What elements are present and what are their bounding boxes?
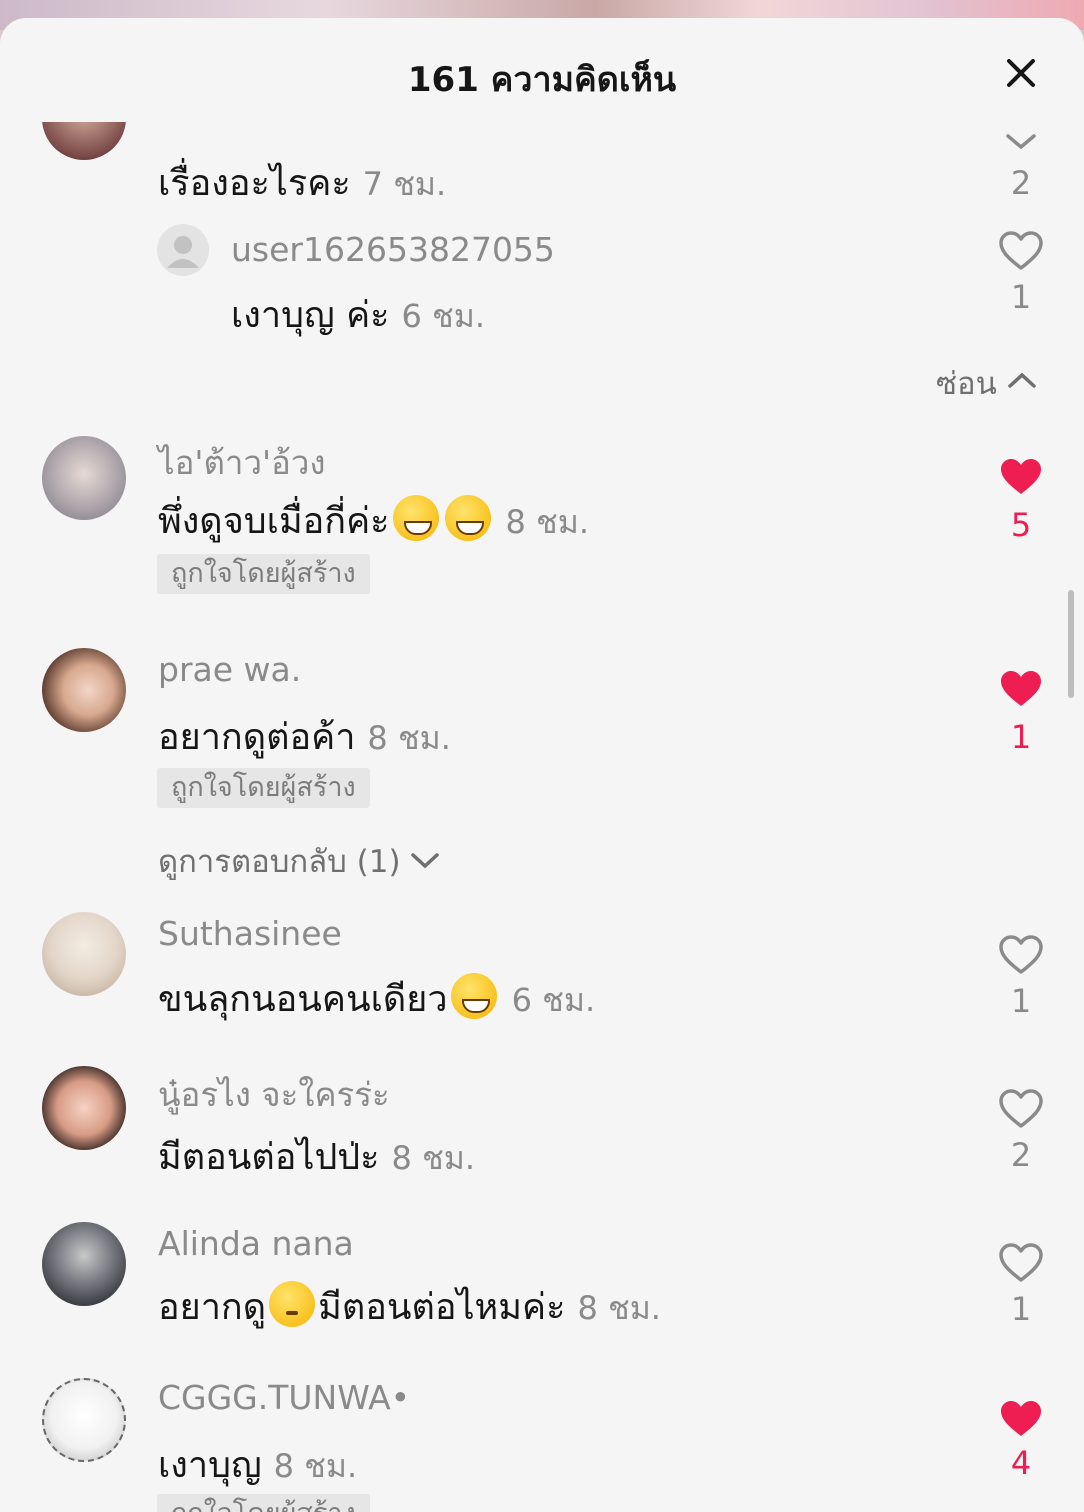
comment-text: อยากดู มีตอนต่อไหมค่ะ 8 ชม. (158, 1278, 661, 1335)
comment-time: 6 ชม. (511, 981, 596, 1019)
like-count: 2 (1010, 1136, 1032, 1174)
avatar[interactable] (42, 1222, 126, 1306)
liked-by-creator-badge: ถูกใจโดยผู้สร้าง (157, 1494, 370, 1512)
avatar[interactable] (42, 1066, 126, 1150)
comments-header-title: 161 ความคิดเห็น (407, 60, 677, 100)
user-icon (157, 224, 209, 276)
heart-filled-icon[interactable] (998, 456, 1044, 498)
comment-text: อยากดูต่อค้า 8 ชม. (158, 717, 451, 758)
view-replies-button[interactable]: ดูการตอบกลับ (1) (158, 836, 440, 886)
like-count: 5 (1010, 506, 1032, 544)
comment-time: 8 ชม. (391, 1139, 475, 1177)
comment-time: 7 ชม. (362, 165, 447, 203)
reply-username[interactable]: user162653827055 (231, 230, 555, 269)
reply-text: เงาบุญ ค่ะ 6 ชม. (231, 295, 485, 336)
comment-text: เงาบุญ 8 ชม. (158, 1445, 358, 1486)
grinning-face-emoji (392, 495, 439, 541)
avatar[interactable] (42, 648, 126, 732)
heart-outline-icon[interactable] (998, 934, 1044, 976)
comment-text: มีตอนต่อไปป่ะ 8 ชม. (158, 1137, 475, 1178)
heart-filled-icon[interactable] (998, 668, 1044, 710)
comment-time: 8 ชม. (367, 719, 451, 757)
close-icon (1007, 59, 1035, 87)
heart-outline-icon[interactable] (998, 1242, 1044, 1284)
comment-text: พึ่งดูจบเมื่อกี่ค่ะ 8 ชม. (158, 492, 589, 549)
comment-username[interactable]: ไอ'ต้าว'อ้วง (158, 436, 326, 489)
heart-filled-icon[interactable] (998, 1398, 1044, 1440)
like-count: 1 (1010, 982, 1032, 1020)
comment-text: เรื่องอะไรคะ 7 ชม. (158, 163, 447, 204)
close-button[interactable] (996, 48, 1046, 98)
default-avatar[interactable] (157, 224, 209, 276)
grinning-face-emoji (444, 495, 491, 541)
like-count: 1 (1010, 1290, 1032, 1328)
comment-username[interactable]: Suthasinee (158, 914, 342, 953)
avatar[interactable] (42, 1378, 126, 1462)
comment-username[interactable]: prae wa. (158, 650, 301, 689)
avatar[interactable] (42, 436, 126, 520)
comment-time: 8 ชม. (273, 1447, 358, 1485)
comment-text: ขนลุกนอนคนเดียว 6 ชม. (158, 970, 595, 1027)
liked-by-creator-badge: ถูกใจโดยผู้สร้าง (157, 554, 370, 594)
chevron-down-icon[interactable] (1004, 130, 1038, 152)
scrollbar[interactable] (1068, 590, 1074, 698)
chevron-down-icon (411, 853, 440, 869)
heart-outline-icon[interactable] (998, 230, 1044, 272)
flushed-face-emoji (269, 1281, 316, 1327)
reply-time: 6 ชม. (401, 297, 485, 335)
comments-sheet: 161 ความคิดเห็น เรื่องอะไรคะ 7 ชม. 2 use… (0, 18, 1084, 1512)
hide-replies-button[interactable]: ซ่อน (936, 358, 1037, 408)
like-count: 2 (1010, 164, 1032, 202)
like-count: 1 (1010, 278, 1032, 316)
avatar[interactable] (42, 122, 126, 160)
comment-time: 8 ชม. (577, 1289, 661, 1327)
comment-username[interactable]: นู๋อรไง จะใครร่ะ (158, 1068, 390, 1121)
liked-by-creator-badge: ถูกใจโดยผู้สร้าง (157, 768, 370, 808)
comment-username[interactable]: Alinda nana (158, 1224, 354, 1263)
comment-username[interactable]: CGGG.TUNWA• (158, 1378, 410, 1417)
comment-time: 8 ชม. (505, 503, 590, 541)
tears-of-joy-emoji (450, 973, 497, 1019)
like-count: 4 (1010, 1444, 1032, 1482)
heart-outline-icon[interactable] (998, 1088, 1044, 1130)
comments-list[interactable]: เรื่องอะไรคะ 7 ชม. 2 user162653827055 เงา… (0, 122, 1084, 1512)
like-count: 1 (1010, 718, 1032, 756)
chevron-up-icon (1007, 372, 1036, 388)
avatar[interactable] (42, 912, 126, 996)
